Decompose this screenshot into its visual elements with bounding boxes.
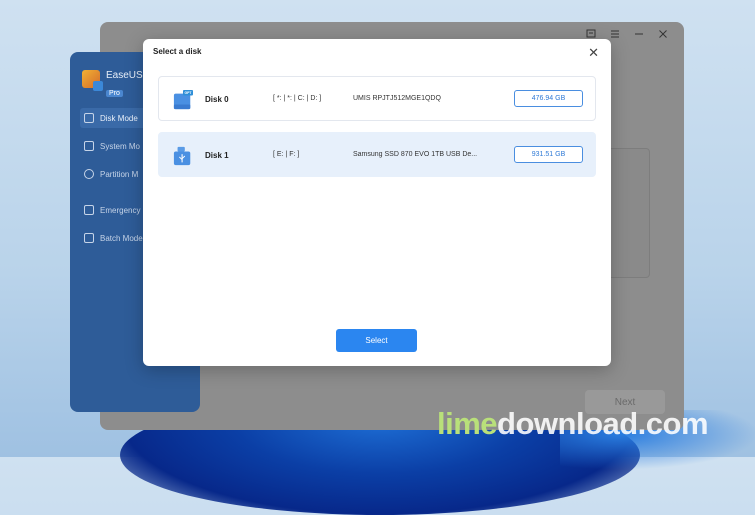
disk-size-badge: 476.94 GB bbox=[514, 90, 583, 107]
sidebar-item-system-mode[interactable]: System Mo bbox=[80, 136, 140, 156]
minimize-icon[interactable] bbox=[632, 28, 646, 42]
select-button[interactable]: Select bbox=[336, 329, 417, 352]
partition-icon bbox=[84, 169, 94, 179]
gpt-badge: GPT bbox=[184, 91, 192, 95]
sidebar-item-batch-mode[interactable]: Batch Mode bbox=[80, 228, 143, 248]
disk-row-0[interactable]: GPT Disk 0 [ *: | *: | C: | D: ] UMIS RP… bbox=[158, 76, 596, 121]
disk-icon bbox=[84, 113, 94, 123]
app-logo-icon bbox=[82, 70, 103, 91]
sidebar-item-label: Partition M bbox=[100, 169, 139, 179]
disk-model: Samsung SSD 870 EVO 1TB USB De... bbox=[353, 151, 478, 158]
disk-model: UMIS RPJTJ512MGE1QDQ bbox=[353, 95, 441, 102]
sidebar-item-emergency[interactable]: Emergency bbox=[80, 200, 140, 220]
pro-badge: Pro bbox=[106, 90, 123, 97]
sidebar-item-partition-mode[interactable]: Partition M bbox=[80, 164, 138, 184]
disk-partitions: [ E: | F: ] bbox=[273, 151, 300, 158]
dialog-close-button[interactable]: ✕ bbox=[588, 45, 599, 61]
sidebar-item-label: Disk Mode bbox=[100, 113, 138, 123]
sidebar-item-label: Batch Mode bbox=[100, 233, 143, 243]
disk-name: Disk 0 bbox=[205, 95, 229, 104]
emergency-icon bbox=[84, 205, 94, 215]
watermark: limedownload.com bbox=[437, 406, 709, 442]
disk-row-1[interactable]: Disk 1 [ E: | F: ] Samsung SSD 870 EVO 1… bbox=[158, 132, 596, 177]
brand: EaseUS Pro bbox=[82, 70, 143, 100]
batch-icon bbox=[84, 233, 94, 243]
disk-partitions: [ *: | *: | C: | D: ] bbox=[273, 95, 322, 102]
brand-name: EaseUS bbox=[106, 70, 143, 81]
sidebar-item-label: System Mo bbox=[100, 141, 141, 151]
close-icon[interactable] bbox=[656, 28, 670, 42]
internal-disk-icon: GPT bbox=[173, 90, 193, 110]
menu-icon[interactable] bbox=[608, 28, 622, 42]
disk-size-badge: 931.51 GB bbox=[514, 146, 583, 163]
watermark-part2: download.com bbox=[497, 406, 709, 441]
system-icon bbox=[84, 141, 94, 151]
disk-name: Disk 1 bbox=[205, 151, 229, 160]
usb-disk-icon bbox=[173, 146, 191, 166]
dialog-title: Select a disk bbox=[153, 47, 202, 56]
sidebar-item-label: Emergency bbox=[100, 205, 141, 215]
watermark-part1: lime bbox=[437, 406, 498, 441]
select-disk-dialog: Select a disk ✕ GPT Disk 0 [ *: | *: | C… bbox=[143, 39, 611, 366]
